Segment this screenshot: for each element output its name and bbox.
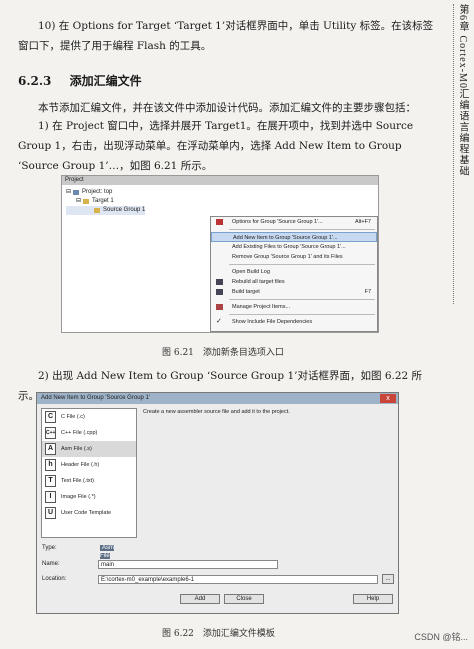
tree-item-project[interactable]: ⊟ Project: top [66, 188, 145, 197]
type-item-header[interactable]: h Header File (.h) [42, 457, 136, 473]
chapter-header: 第6章 Cortex-M0汇编语言编程基础 [457, 4, 468, 177]
menu-separator [229, 314, 375, 315]
menu-add-new-item[interactable]: Add New Item to Group 'Source Group 1'..… [211, 232, 377, 242]
dialog-titlebar: Add New Item to Group 'Source Group 1' x [37, 393, 398, 404]
project-window-screenshot: Project ⊟ Project: top ⊟ Target 1 Source… [61, 175, 379, 333]
menu-add-existing-files[interactable]: Add Existing Files to Group 'Source Grou… [211, 242, 377, 252]
paragraph-step10: 10) 在 Options for Target ‘Target 1’对话框界面… [18, 20, 434, 52]
menu-remove-group[interactable]: Remove Group 'Source Group 1' and its Fi… [211, 252, 377, 262]
folder-icon [83, 199, 90, 204]
dialog-description: Create a new assembler source file and a… [143, 409, 290, 415]
type-label: Type: [42, 545, 57, 551]
build-icon [216, 289, 223, 295]
tree-item-source-group[interactable]: Source Group 1 [66, 206, 146, 215]
checkmark-icon: ✓ [216, 318, 222, 325]
close-button[interactable]: Close [224, 594, 264, 604]
paragraph-intro: 本节添加汇编文件，并在该文件中添加设计代码。添加汇编文件的主要步骤包括： [38, 102, 416, 114]
menu-rebuild-all[interactable]: Rebuild all target files [211, 277, 377, 287]
section-number: 6.2.3 [18, 74, 52, 88]
type-item-text[interactable]: T Text File (.txt) [42, 473, 136, 489]
menu-open-build-log[interactable]: Open Build Log [211, 267, 377, 277]
watermark: CSDN @铭... [414, 632, 468, 642]
close-icon[interactable]: x [380, 394, 396, 403]
image-file-icon: I [45, 491, 56, 503]
menu-show-include-deps[interactable]: ✓ Show Include File Dependencies [211, 317, 377, 327]
paragraph-step1: 1) 在 Project 窗口中，选择并展开 Target1。在展开项中，找到并… [18, 120, 414, 172]
asm-file-icon: A [45, 443, 56, 455]
menu-manage-project-items[interactable]: Manage Project Items... [211, 302, 377, 312]
menu-build-target[interactable]: Build target F7 [211, 287, 377, 297]
folder-icon [94, 208, 100, 213]
menu-separator [229, 229, 375, 230]
dialog-title: Add New Item to Group 'Source Group 1' [41, 395, 151, 401]
tree-item-target[interactable]: ⊟ Target 1 [66, 197, 145, 206]
dialog-body: C C File (.c) C++ C++ File (.cpp) A Asm … [37, 404, 398, 613]
section-title: 添加汇编文件 [69, 74, 142, 88]
c-file-icon: C [45, 411, 56, 423]
options-icon [216, 219, 223, 225]
user-template-icon: U [45, 507, 56, 519]
add-new-item-dialog: Add New Item to Group 'Source Group 1' x… [36, 392, 399, 614]
location-input[interactable]: E:\cortex-m0_example\example6-1 [98, 575, 378, 584]
cpp-file-icon: C++ [45, 427, 56, 439]
rebuild-icon [216, 279, 223, 285]
menu-separator [229, 299, 375, 300]
type-field: Asm File (.s) [98, 544, 114, 567]
location-label: Location: [42, 576, 67, 582]
name-label: Name: [42, 561, 60, 567]
figure-caption-6-21: 图 6.21 添加新条目选项入口 [162, 348, 284, 358]
section-heading: 6.2.3 添加汇编文件 [18, 72, 142, 89]
type-item-c[interactable]: C C File (.c) [42, 409, 136, 425]
text-file-icon: T [45, 475, 56, 487]
help-button[interactable]: Help [353, 594, 393, 604]
name-input[interactable]: main [98, 560, 278, 569]
figure-caption-6-22: 图 6.22 添加汇编文件模板 [162, 629, 275, 639]
file-type-list: C C File (.c) C++ C++ File (.cpp) A Asm … [41, 408, 137, 538]
project-icon [73, 190, 80, 195]
menu-options-for-group[interactable]: Options for Group 'Source Group 1'... Alt… [211, 217, 377, 227]
type-item-user-template[interactable]: U User Code Template [42, 505, 136, 521]
project-window-title: Project [62, 176, 378, 185]
manage-icon [216, 304, 223, 310]
menu-separator [229, 264, 375, 265]
add-button[interactable]: Add [180, 594, 220, 604]
type-item-cpp[interactable]: C++ C++ File (.cpp) [42, 425, 136, 441]
type-item-asm[interactable]: A Asm File (.s) [42, 441, 136, 457]
browse-button[interactable]: ... [382, 574, 394, 584]
type-item-image[interactable]: I Image File (.*) [42, 489, 136, 505]
project-tree: ⊟ Project: top ⊟ Target 1 Source Group 1 [66, 188, 146, 215]
header-file-icon: h [45, 459, 56, 471]
context-menu: Options for Group 'Source Group 1'... Alt… [210, 216, 378, 332]
